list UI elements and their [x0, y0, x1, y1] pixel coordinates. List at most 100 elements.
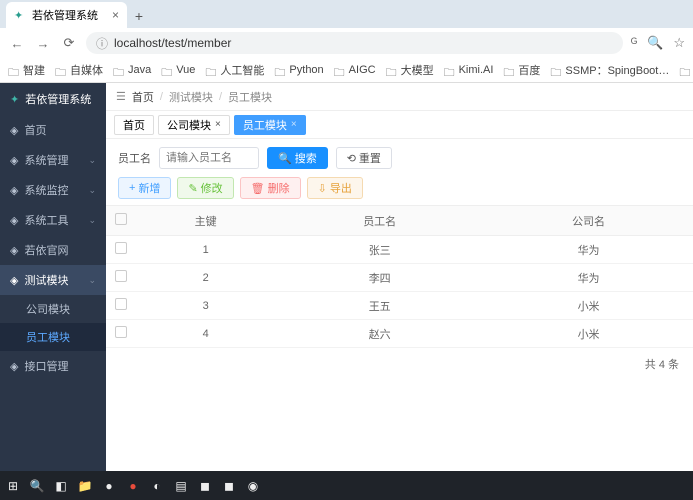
folder-icon: 🗀 [444, 64, 456, 76]
link-icon: ◈ [10, 244, 18, 257]
monitor-icon: ◈ [10, 184, 18, 197]
bookmark-item[interactable]: 🗀大模型 [386, 62, 434, 78]
folder-icon: 🗀 [55, 64, 67, 76]
chevron-down-icon: ⌄ [88, 185, 96, 196]
star-icon[interactable]: ☆ [673, 35, 685, 51]
add-button[interactable]: + 新增 [118, 177, 171, 199]
row-checkbox[interactable] [115, 270, 127, 282]
delete-button[interactable]: 🗑 删除 [240, 177, 301, 199]
reload-button[interactable]: ⟳ [60, 34, 78, 52]
app-icon[interactable]: ● [124, 477, 142, 495]
edit-button[interactable]: ✎ 修改 [177, 177, 233, 199]
sidebar-item[interactable]: ◈系统管理⌄ [0, 145, 106, 175]
sidebar-item[interactable]: ◈系统工具⌄ [0, 205, 106, 235]
task-view-icon[interactable]: ◧ [52, 477, 70, 495]
folder-icon: 🗀 [503, 64, 515, 76]
data-table: 主键员工名公司名 1张三华为2李四华为3王五小米4赵六小米 [106, 205, 693, 348]
breadcrumb: ☰ 首页 / 测试模块 / 员工模块 [106, 83, 693, 111]
bookmark-item[interactable]: 🗀人工智能 [205, 62, 264, 78]
table-row[interactable]: 1张三华为 [106, 236, 693, 264]
table-header: 公司名 [484, 206, 693, 236]
browser-tab[interactable]: ✦ 若依管理系统 × [6, 2, 127, 28]
tab-close-icon[interactable]: × [215, 119, 221, 130]
app-icon[interactable]: ▤ [172, 477, 190, 495]
chrome-icon[interactable]: ◉ [244, 477, 262, 495]
bookmark-item[interactable]: 🗀简介 | MyBatis-Plus [679, 62, 693, 78]
row-checkbox[interactable] [115, 242, 127, 254]
app-icon[interactable]: ● [100, 477, 118, 495]
sidebar-subitem[interactable]: 公司模块 [0, 295, 106, 323]
tab-close-icon[interactable]: × [112, 8, 119, 22]
start-button[interactable]: ⊞ [4, 477, 22, 495]
folder-icon: 🗀 [274, 64, 286, 76]
search-icon[interactable]: 🔍 [647, 35, 663, 51]
bookmark-item[interactable]: 🗀Python [274, 64, 323, 76]
chevron-down-icon: ⌄ [88, 275, 96, 286]
table-header [106, 206, 136, 236]
table-header: 主键 [136, 206, 275, 236]
crumb-1[interactable]: 测试模块 [169, 89, 213, 105]
app-icon[interactable]: ◼ [196, 477, 214, 495]
site-info-icon[interactable]: ⓘ [96, 35, 108, 52]
address-bar[interactable]: ⓘ localhost/test/member [86, 32, 623, 54]
app-icon[interactable]: ◼ [220, 477, 238, 495]
view-tab[interactable]: 公司模块× [158, 115, 230, 135]
api-icon: ◈ [10, 360, 18, 373]
reset-button[interactable]: ⟲ 重置 [336, 147, 392, 169]
table-row[interactable]: 2李四华为 [106, 264, 693, 292]
table-row[interactable]: 3王五小米 [106, 292, 693, 320]
sidebar-item[interactable]: ◈首页 [0, 115, 106, 145]
taskbar-search-icon[interactable]: 🔍 [28, 477, 46, 495]
sidebar-subitem[interactable]: 员工模块 [0, 323, 106, 351]
export-button[interactable]: ⇩ 导出 [307, 177, 363, 199]
translate-icon[interactable]: ᴳ [631, 35, 637, 51]
folder-icon: 🗀 [8, 64, 20, 76]
bookmark-item[interactable]: 🗀百度 [503, 62, 540, 78]
table-row[interactable]: 4赵六小米 [106, 320, 693, 348]
folder-icon: 🗀 [550, 64, 562, 76]
crumb-home[interactable]: 首页 [132, 89, 154, 105]
hamburger-icon[interactable]: ☰ [116, 90, 126, 103]
brand-logo: ✦ 若依管理系统 [0, 83, 106, 115]
test-icon: ◈ [10, 274, 18, 287]
folder-icon: 🗀 [113, 64, 125, 76]
sidebar-item[interactable]: ◈系统监控⌄ [0, 175, 106, 205]
bookmark-item[interactable]: 🗀自媒体 [55, 62, 103, 78]
back-button[interactable]: ← [8, 34, 26, 52]
folder-icon: 🗀 [161, 64, 173, 76]
home-icon: ◈ [10, 124, 18, 137]
bookmark-item[interactable]: 🗀Kimi.AI [444, 64, 494, 76]
explorer-icon[interactable]: 📁 [76, 477, 94, 495]
search-button[interactable]: 🔍 搜索 [267, 147, 328, 169]
select-all-checkbox[interactable] [115, 213, 127, 225]
bookmark-item[interactable]: 🗀智建 [8, 62, 45, 78]
bookmarks-bar: 🗀智建 🗀自媒体 🗀Java 🗀Vue 🗀人工智能 🗀Python 🗀AIGC 🗀大模型 🗀Ki… [0, 58, 693, 83]
bookmark-item[interactable]: 🗀Java [113, 64, 151, 76]
app-icon[interactable]: ◐ [148, 477, 166, 495]
search-label: 员工名 [118, 150, 151, 166]
windows-taskbar: ⊞ 🔍 ◧ 📁 ● ● ◐ ▤ ◼ ◼ ◉ [0, 471, 693, 500]
row-checkbox[interactable] [115, 326, 127, 338]
chevron-down-icon: ⌄ [88, 155, 96, 166]
sidebar-item[interactable]: ◈若依官网 [0, 235, 106, 265]
new-tab-button[interactable]: + [127, 4, 151, 28]
url-text: localhost/test/member [114, 36, 231, 50]
bookmark-item[interactable]: 🗀AIGC [334, 64, 376, 76]
gear-icon: ◈ [10, 154, 18, 167]
table-header: 员工名 [275, 206, 484, 236]
tool-icon: ◈ [10, 214, 18, 227]
folder-icon: 🗀 [334, 64, 346, 76]
view-tab[interactable]: 员工模块× [234, 115, 306, 135]
sidebar-item[interactable]: ◈接口管理 [0, 351, 106, 381]
brand-icon: ✦ [10, 93, 19, 106]
folder-icon: 🗀 [205, 64, 217, 76]
view-tab[interactable]: 首页 [114, 115, 154, 135]
bookmark-item[interactable]: 🗀SSMP：SpingBoot… [550, 62, 669, 78]
sidebar-item[interactable]: ◈测试模块⌄ [0, 265, 106, 295]
employee-name-input[interactable] [159, 147, 259, 169]
tab-close-icon[interactable]: × [291, 119, 297, 130]
crumb-2: 员工模块 [228, 89, 272, 105]
row-checkbox[interactable] [115, 298, 127, 310]
forward-button[interactable]: → [34, 34, 52, 52]
bookmark-item[interactable]: 🗀Vue [161, 64, 195, 76]
